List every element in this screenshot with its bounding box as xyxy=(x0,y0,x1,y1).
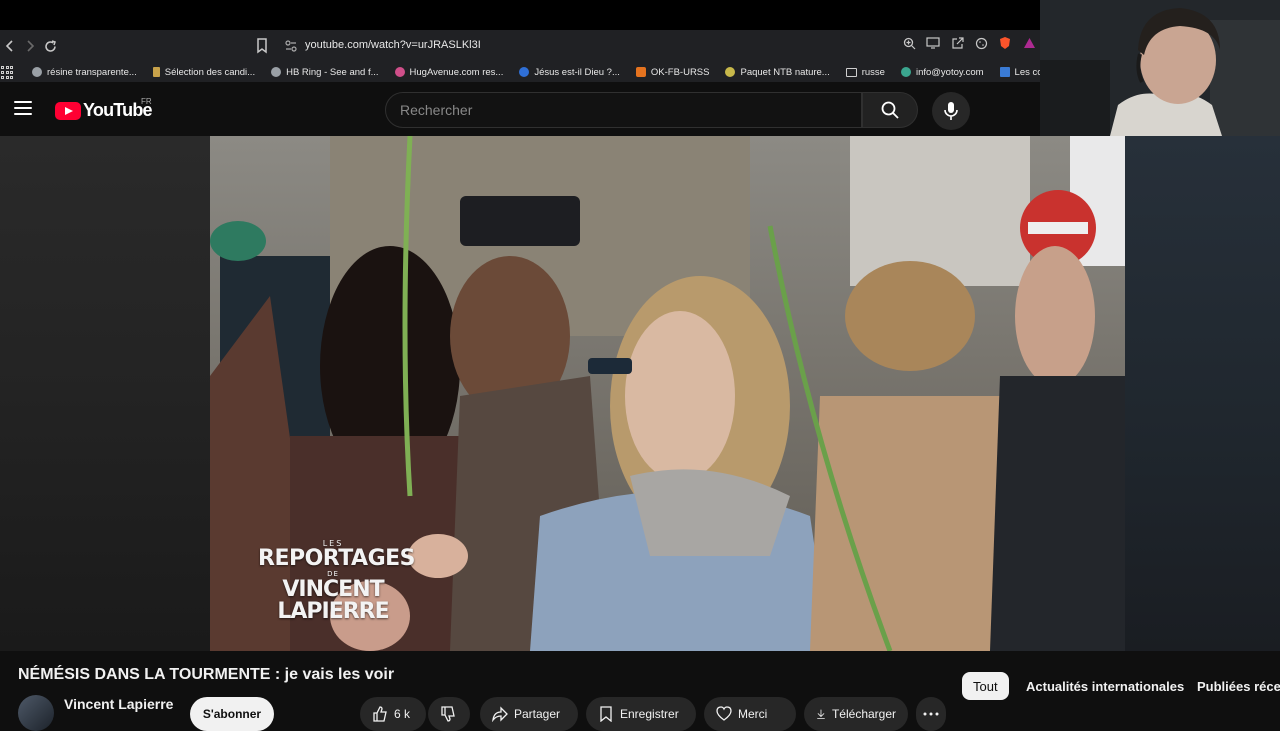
site-info-icon[interactable] xyxy=(284,39,298,53)
brave-shield-icon[interactable] xyxy=(998,36,1012,50)
more-actions-button[interactable] xyxy=(916,697,946,731)
watermark-line: VINCENT LAPIERRE xyxy=(277,577,389,624)
folder-icon xyxy=(845,67,857,77)
video-ambient-right xyxy=(1125,136,1280,651)
bookmark-item[interactable]: résine transparente... xyxy=(13,62,145,82)
channel-name[interactable]: Vincent Lapierre xyxy=(64,696,173,712)
webcam-overlay xyxy=(1040,0,1280,136)
like-button[interactable]: 6 k xyxy=(360,697,426,731)
bookmark-page-icon[interactable] xyxy=(255,38,269,54)
brave-rewards-icon[interactable] xyxy=(1022,36,1036,50)
avatar[interactable] xyxy=(18,695,54,731)
back-icon[interactable] xyxy=(0,30,20,62)
dislike-button[interactable] xyxy=(428,697,470,731)
address-actions xyxy=(902,36,1040,50)
browser-tab-strip xyxy=(0,0,1040,30)
menu-icon[interactable] xyxy=(14,101,32,115)
bookmark-item[interactable]: Les concours d'aute... xyxy=(992,62,1040,82)
apps-grid-icon[interactable] xyxy=(1,65,13,79)
search-input[interactable] xyxy=(385,92,862,128)
chip-recently-published[interactable]: Publiées récemment xyxy=(1186,672,1280,700)
voice-search-button[interactable] xyxy=(932,92,970,130)
bookmark-item[interactable]: Paquet NTB nature... xyxy=(717,62,837,82)
bookmark-item[interactable]: Sélection des candi... xyxy=(145,62,263,82)
bookmark-item[interactable]: info@yotoy.com xyxy=(893,62,992,82)
forward-icon[interactable] xyxy=(20,30,40,62)
bookmark-item[interactable]: OK-FB-URSS xyxy=(628,62,718,82)
search-button[interactable] xyxy=(862,92,918,128)
reload-icon[interactable] xyxy=(40,30,60,62)
video-ambient-left xyxy=(0,136,210,651)
chip-all[interactable]: Tout xyxy=(962,672,1009,700)
globe-icon xyxy=(271,67,282,77)
chip-international-news[interactable]: Actualités internationales xyxy=(1015,672,1195,700)
cookie-icon[interactable] xyxy=(974,36,988,50)
region-code: FR xyxy=(141,97,152,106)
blogger-icon xyxy=(635,67,646,77)
cast-icon[interactable] xyxy=(926,36,940,50)
video-info: NÉMÉSIS DANS LA TOURMENTE : je vais les … xyxy=(0,651,1280,731)
search-icon xyxy=(881,101,899,119)
share-button[interactable]: Partager xyxy=(480,697,578,731)
globe-icon xyxy=(900,67,911,77)
bookmark-item[interactable]: HB Ring - See and f... xyxy=(263,62,386,82)
heart-icon xyxy=(394,67,405,77)
video-watermark: LES REPORTAGES DE VINCENT LAPIERRE xyxy=(258,540,416,624)
download-button[interactable]: Télécharger xyxy=(804,697,908,731)
bookmark-folder[interactable]: russe xyxy=(838,62,893,82)
save-button[interactable]: Enregistrer xyxy=(586,697,696,731)
microphone-icon xyxy=(944,102,958,120)
video-title: NÉMÉSIS DANS LA TOURMENTE : je vais les … xyxy=(18,666,395,683)
youtube-play-icon xyxy=(55,101,81,120)
globe-icon xyxy=(519,67,530,77)
share-page-icon[interactable] xyxy=(950,36,964,50)
document-icon xyxy=(152,67,160,77)
youtube-logo[interactable]: YouTube xyxy=(55,100,153,121)
zoom-icon[interactable] xyxy=(902,36,916,50)
thanks-button[interactable]: Merci xyxy=(704,697,796,731)
watermark-line: REPORTAGES xyxy=(258,546,416,571)
globe-icon xyxy=(32,67,42,77)
subscribe-button[interactable]: S'abonner xyxy=(190,697,274,731)
bookmarks-bar: résine transparente... Sélection des can… xyxy=(0,62,1040,82)
leaf-icon xyxy=(725,67,736,77)
image-icon xyxy=(999,67,1010,77)
bookmark-item[interactable]: Jésus est-il Dieu ?... xyxy=(511,62,628,82)
address-bar: youtube.com/watch?v=urJRASLKl3I xyxy=(0,30,1040,62)
bookmark-item[interactable]: HugAvenue.com res... xyxy=(387,62,512,82)
url-field[interactable]: youtube.com/watch?v=urJRASLKl3I xyxy=(305,39,481,51)
